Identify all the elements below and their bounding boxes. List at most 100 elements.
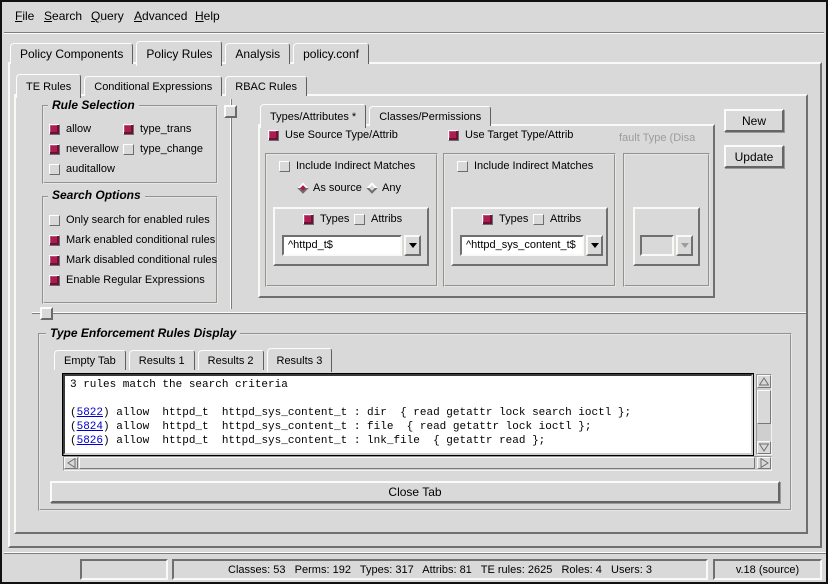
rule-line-2: (5824) allow httpd_t httpd_sys_content_t… xyxy=(70,420,746,434)
option-regex[interactable]: Enable Regular Expressions xyxy=(49,274,205,286)
option-type-trans[interactable]: type_trans xyxy=(123,123,191,135)
default-type-combobox-button xyxy=(676,235,693,256)
menu-query[interactable]: Query xyxy=(91,9,124,23)
scroll-left-icon[interactable] xyxy=(64,457,78,469)
use-target-toggle[interactable]: Use Target Type/Attrib xyxy=(448,129,573,141)
target-type-combobox-value[interactable]: ^httpd_sys_content_t$ xyxy=(460,235,584,256)
option-allow[interactable]: allow xyxy=(49,123,91,135)
scroll-right-icon[interactable] xyxy=(757,457,771,469)
source-indirect-option[interactable]: Include Indirect Matches xyxy=(279,160,415,172)
tab-conditional-expressions[interactable]: Conditional Expressions xyxy=(84,76,222,96)
checkbox-source-indirect-indicator[interactable] xyxy=(279,161,290,172)
source-type-combobox-value[interactable]: ^httpd_t$ xyxy=(282,235,402,256)
use-source-toggle[interactable]: Use Source Type/Attrib xyxy=(268,129,398,141)
option-type-change[interactable]: type_change xyxy=(123,143,203,155)
close-tab-button[interactable]: Close Tab xyxy=(50,481,780,503)
checkbox-allow-indicator[interactable] xyxy=(49,124,60,135)
source-radio-any[interactable]: Any xyxy=(368,182,401,194)
results-textarea[interactable]: 3 rules match the search criteria (5822)… xyxy=(63,374,753,455)
tab-empty-tab[interactable]: Empty Tab xyxy=(54,350,126,370)
tab-te-rules[interactable]: TE Rules xyxy=(16,74,81,98)
menu-help[interactable]: Help xyxy=(195,9,220,23)
tab-policy-components[interactable]: Policy Components xyxy=(10,43,133,64)
menu-search[interactable]: Search xyxy=(44,9,82,23)
status-version: v.18 (source) xyxy=(713,559,822,580)
horizontal-sash-handle[interactable] xyxy=(40,307,53,320)
checkbox-enabled-rules-indicator[interactable] xyxy=(49,215,60,226)
source-attribs-option[interactable]: Attribs xyxy=(354,213,402,225)
rule-link-5824[interactable]: 5824 xyxy=(77,421,103,433)
tab-rbac-rules[interactable]: RBAC Rules xyxy=(225,76,307,96)
option-enabled-rules-label: Only search for enabled rules xyxy=(66,214,210,226)
checkbox-type-trans-indicator[interactable] xyxy=(123,124,134,135)
target-attribs-option[interactable]: Attribs xyxy=(533,213,581,225)
rule-link-5826[interactable]: 5826 xyxy=(77,435,103,447)
tab-analysis[interactable]: Analysis xyxy=(225,43,290,64)
tab-results-3[interactable]: Results 3 xyxy=(267,348,333,372)
vertical-sash[interactable] xyxy=(230,99,232,309)
checkbox-neverallow-indicator[interactable] xyxy=(49,144,60,155)
types-attributes-tab-bar: Types/Attributes * Classes/Permissions xyxy=(260,100,494,126)
source-type-combobox[interactable]: ^httpd_t$ xyxy=(282,235,421,256)
tab-classes-permissions[interactable]: Classes/Permissions xyxy=(369,106,491,126)
update-button[interactable]: Update xyxy=(724,145,784,168)
results-horizontal-scrollbar[interactable] xyxy=(63,456,772,471)
menu-advanced[interactable]: Advanced xyxy=(134,9,187,23)
dropdown-arrow-icon xyxy=(681,243,689,248)
new-button[interactable]: New xyxy=(724,109,784,132)
default-type-combobox-value xyxy=(640,235,674,256)
checkbox-regex-indicator[interactable] xyxy=(49,275,60,286)
checkbox-target-types-indicator[interactable] xyxy=(482,214,493,225)
option-neverallow[interactable]: neverallow xyxy=(49,143,119,155)
option-mark-disabled[interactable]: Mark disabled conditional rules xyxy=(49,254,217,266)
option-enabled-rules[interactable]: Only search for enabled rules xyxy=(49,214,210,226)
horizontal-sash[interactable] xyxy=(32,312,806,314)
checkbox-source-attribs-indicator[interactable] xyxy=(354,214,365,225)
checkbox-source-types-indicator[interactable] xyxy=(303,214,314,225)
use-source-label: Use Source Type/Attrib xyxy=(285,129,398,141)
tab-types-attributes[interactable]: Types/Attributes * xyxy=(260,104,366,128)
tab-results-1[interactable]: Results 1 xyxy=(129,350,195,370)
scroll-down-icon[interactable] xyxy=(757,441,771,454)
target-type-combobox[interactable]: ^httpd_sys_content_t$ xyxy=(460,235,603,256)
target-indirect-option[interactable]: Include Indirect Matches xyxy=(457,160,593,172)
option-auditallow[interactable]: auditallow xyxy=(49,163,115,175)
checkbox-use-target-indicator[interactable] xyxy=(448,130,459,141)
default-type-combobox xyxy=(640,235,693,256)
source-radio-as-source[interactable]: As source xyxy=(299,182,362,194)
radio-any-indicator[interactable] xyxy=(366,182,377,193)
checkbox-type-change-indicator[interactable] xyxy=(123,144,134,155)
radio-as-source-indicator[interactable] xyxy=(297,182,308,193)
tab-results-2[interactable]: Results 2 xyxy=(198,350,264,370)
menubar-separator xyxy=(4,32,824,34)
checkbox-mark-disabled-indicator[interactable] xyxy=(49,255,60,266)
rule-line-3: (5826) allow httpd_t httpd_sys_content_t… xyxy=(70,434,746,448)
app-window: File Search Query Advanced Help Policy C… xyxy=(0,0,828,584)
tab-policy-rules[interactable]: Policy Rules xyxy=(136,41,222,66)
checkbox-target-indirect-indicator[interactable] xyxy=(457,161,468,172)
menu-file[interactable]: File xyxy=(15,9,34,23)
checkbox-auditallow-indicator[interactable] xyxy=(49,164,60,175)
target-type-combobox-button[interactable] xyxy=(586,235,603,256)
results-vertical-scrollbar[interactable] xyxy=(756,374,772,455)
source-types-option[interactable]: Types xyxy=(303,213,349,225)
vertical-sash-handle[interactable] xyxy=(224,105,237,118)
use-target-label: Use Target Type/Attrib xyxy=(465,129,573,141)
default-type-title: fault Type (Disa xyxy=(619,132,712,144)
target-indirect-label: Include Indirect Matches xyxy=(474,160,593,172)
scroll-up-icon[interactable] xyxy=(757,375,771,388)
horizontal-scroll-thumb[interactable] xyxy=(79,457,755,469)
rule-link-5822[interactable]: 5822 xyxy=(77,407,103,419)
checkbox-mark-enabled-indicator[interactable] xyxy=(49,235,60,246)
option-mark-enabled[interactable]: Mark enabled conditional rules xyxy=(49,234,215,246)
vertical-scroll-thumb[interactable] xyxy=(757,390,771,424)
source-type-combobox-button[interactable] xyxy=(404,235,421,256)
option-allow-label: allow xyxy=(66,123,91,135)
source-attribs-label: Attribs xyxy=(371,213,402,225)
rules-tab-bar: TE Rules Conditional Expressions RBAC Ru… xyxy=(16,70,310,96)
checkbox-use-source-indicator[interactable] xyxy=(268,130,279,141)
tab-policy-conf[interactable]: policy.conf xyxy=(293,43,369,64)
target-types-option[interactable]: Types xyxy=(482,213,528,225)
checkbox-target-attribs-indicator[interactable] xyxy=(533,214,544,225)
target-types-label: Types xyxy=(499,213,528,225)
